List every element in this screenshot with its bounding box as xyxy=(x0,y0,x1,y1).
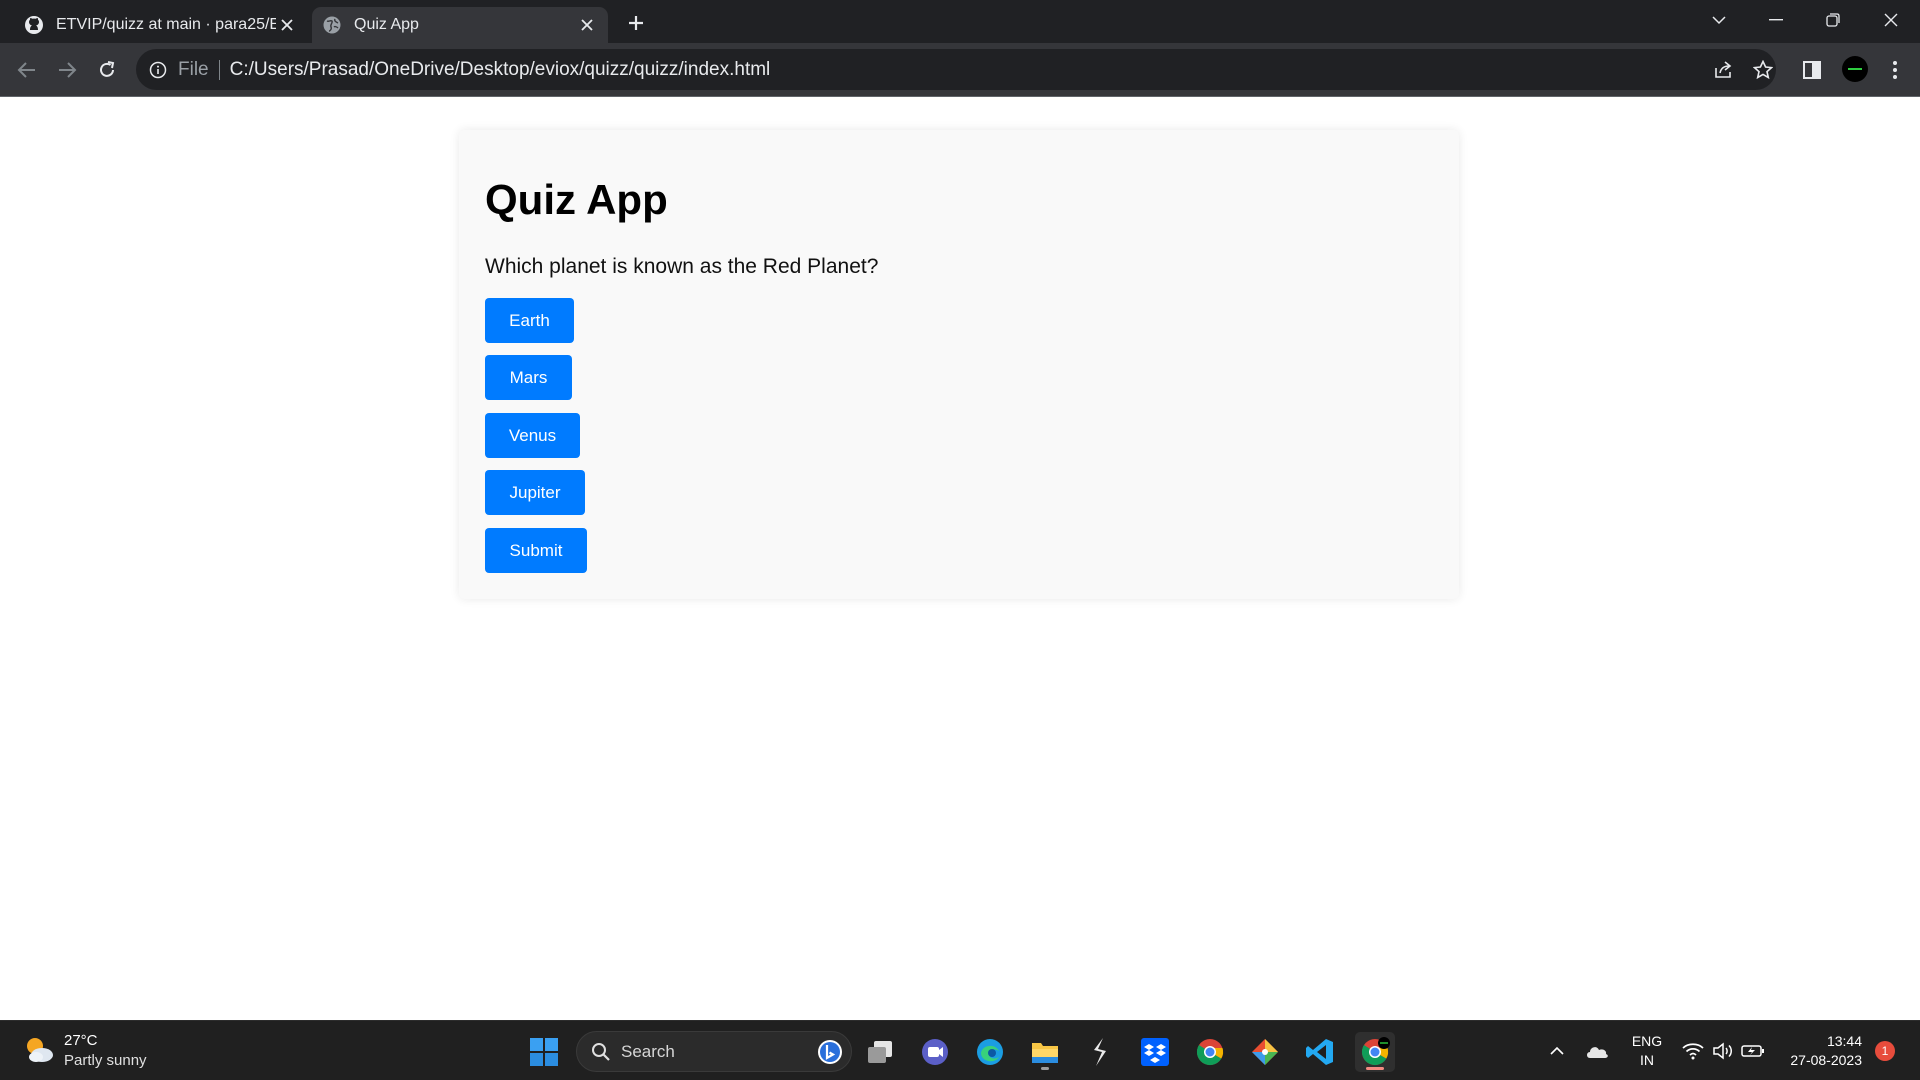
tab-title: Quiz App xyxy=(354,16,419,33)
wifi-icon[interactable] xyxy=(1680,1038,1706,1064)
teams-chat-icon[interactable] xyxy=(915,1032,955,1072)
page-title: Quiz App xyxy=(485,176,668,223)
url-text[interactable]: C:/Users/Prasad/OneDrive/Desktop/eviox/q… xyxy=(230,59,771,81)
share-icon[interactable] xyxy=(1708,55,1738,85)
taskbar-search[interactable]: Search xyxy=(576,1031,852,1072)
info-icon[interactable] xyxy=(148,60,168,80)
address-bar[interactable]: File C:/Users/Prasad/OneDrive/Desktop/ev… xyxy=(136,49,1776,90)
weather-description[interactable]: Partly sunny xyxy=(64,1052,147,1069)
quiz-container: Quiz App Which planet is known as the Re… xyxy=(459,130,1459,599)
github-icon xyxy=(24,15,44,35)
globe-icon xyxy=(322,15,342,35)
reload-icon[interactable] xyxy=(91,54,123,86)
question-text: Which planet is known as the Red Planet? xyxy=(485,255,879,278)
search-label: Search xyxy=(621,1041,675,1061)
region-code: IN xyxy=(1640,1052,1654,1068)
scheme-label: File xyxy=(178,58,209,80)
divider xyxy=(218,59,220,80)
side-panel-icon[interactable] xyxy=(1797,55,1827,85)
chrome-active-icon[interactable] xyxy=(1355,1032,1395,1072)
profile-avatar[interactable] xyxy=(1838,52,1872,86)
bookmark-star-icon[interactable] xyxy=(1748,55,1778,85)
more-menu-icon[interactable] xyxy=(1880,55,1910,85)
clock-time: 13:44 xyxy=(1826,1033,1862,1049)
weather-temperature[interactable]: 27°C xyxy=(64,1032,98,1049)
close-icon[interactable] xyxy=(576,14,598,36)
vscode-icon[interactable] xyxy=(1300,1032,1340,1072)
chevron-up-icon[interactable] xyxy=(1544,1038,1570,1064)
active-indicator xyxy=(1366,1067,1384,1070)
option-button-mars[interactable]: Mars xyxy=(485,355,572,400)
close-window-icon[interactable] xyxy=(1873,6,1909,34)
weather-partly-sunny-icon[interactable] xyxy=(22,1033,56,1067)
task-view-icon[interactable] xyxy=(860,1032,900,1072)
option-button-jupiter[interactable]: Jupiter xyxy=(485,470,585,515)
tab-search-chevron-down-icon[interactable] xyxy=(1701,6,1737,34)
dropbox-icon[interactable] xyxy=(1135,1032,1175,1072)
onedrive-cloud-icon[interactable] xyxy=(1584,1038,1610,1064)
taskbar: 27°C Partly sunny Search ENG IN 13:44 27… xyxy=(0,1020,1920,1080)
submit-button[interactable]: Submit xyxy=(485,528,587,573)
volume-icon[interactable] xyxy=(1710,1038,1736,1064)
running-indicator xyxy=(1041,1067,1049,1070)
notification-badge[interactable]: 1 xyxy=(1875,1041,1895,1061)
chrome-icon[interactable] xyxy=(1190,1032,1230,1072)
divider xyxy=(0,96,1920,97)
forward-arrow-icon[interactable] xyxy=(51,54,83,86)
input-language-indicator[interactable]: ENG IN xyxy=(1630,1032,1664,1070)
back-arrow-icon[interactable] xyxy=(11,54,43,86)
git-client-icon[interactable] xyxy=(1245,1032,1285,1072)
tab-title: ETVIP/quizz at main · para25/ETV xyxy=(56,16,276,33)
tab-quiz-app[interactable]: Quiz App xyxy=(312,7,608,43)
file-explorer-icon[interactable] xyxy=(1025,1032,1065,1072)
option-button-venus[interactable]: Venus xyxy=(485,413,580,458)
tab-github[interactable]: ETVIP/quizz at main · para25/ETV xyxy=(14,7,308,43)
search-icon xyxy=(591,1042,611,1062)
windows-start-icon[interactable] xyxy=(524,1032,564,1072)
battery-icon[interactable] xyxy=(1740,1038,1766,1064)
close-icon[interactable] xyxy=(276,14,298,36)
clock-date: 27-08-2023 xyxy=(1790,1052,1862,1068)
edge-browser-icon[interactable] xyxy=(970,1032,1010,1072)
tab-strip: ETVIP/quizz at main · para25/ETV Quiz Ap… xyxy=(0,0,1920,43)
sublime-text-icon[interactable] xyxy=(1080,1032,1120,1072)
bing-icon[interactable] xyxy=(817,1039,843,1065)
minimize-icon[interactable] xyxy=(1758,6,1794,34)
browser-toolbar: File C:/Users/Prasad/OneDrive/Desktop/ev… xyxy=(0,43,1920,96)
system-clock[interactable]: 13:44 27-08-2023 xyxy=(1778,1032,1862,1070)
new-tab-button[interactable] xyxy=(622,9,650,37)
language-code: ENG xyxy=(1631,1033,1663,1049)
option-button-earth[interactable]: Earth xyxy=(485,298,574,343)
restore-icon[interactable] xyxy=(1815,6,1851,34)
